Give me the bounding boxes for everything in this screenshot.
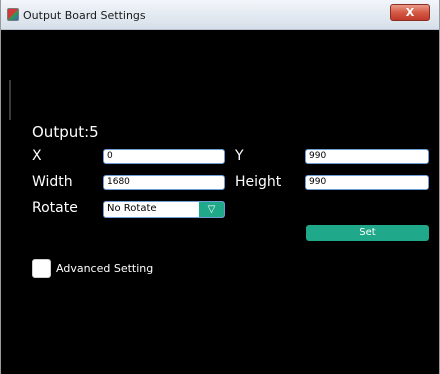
output-board-settings-window: Output Board Settings X Output:5 X 0 Y 9…	[0, 0, 440, 374]
advanced-setting-label[interactable]: Advanced Setting	[56, 262, 153, 275]
height-input[interactable]: 990	[305, 175, 429, 190]
triangle-down-icon[interactable]: ▽	[199, 202, 224, 217]
rotate-select[interactable]: No Rotate ▽	[103, 201, 225, 218]
title-bar[interactable]: Output Board Settings X	[1, 0, 439, 30]
width-input[interactable]: 1680	[103, 175, 225, 190]
x-input[interactable]: 0	[103, 149, 225, 164]
set-button[interactable]: Set	[306, 225, 429, 241]
width-label: Width	[32, 174, 73, 190]
settings-panel: Output:5 X 0 Y 990 Width 1680 Height 990…	[1, 30, 439, 374]
y-input[interactable]: 990	[305, 149, 429, 164]
height-label: Height	[235, 174, 282, 190]
close-icon: X	[405, 6, 415, 19]
output-label: Output:5	[32, 123, 99, 141]
app-icon	[7, 8, 19, 21]
rotate-label: Rotate	[32, 200, 78, 216]
advanced-setting-checkbox[interactable]	[32, 259, 51, 278]
x-label: X	[32, 148, 42, 164]
rotate-selected-value: No Rotate	[107, 203, 157, 214]
y-label: Y	[235, 148, 244, 164]
close-button[interactable]: X	[390, 4, 430, 21]
window-title: Output Board Settings	[23, 9, 146, 22]
